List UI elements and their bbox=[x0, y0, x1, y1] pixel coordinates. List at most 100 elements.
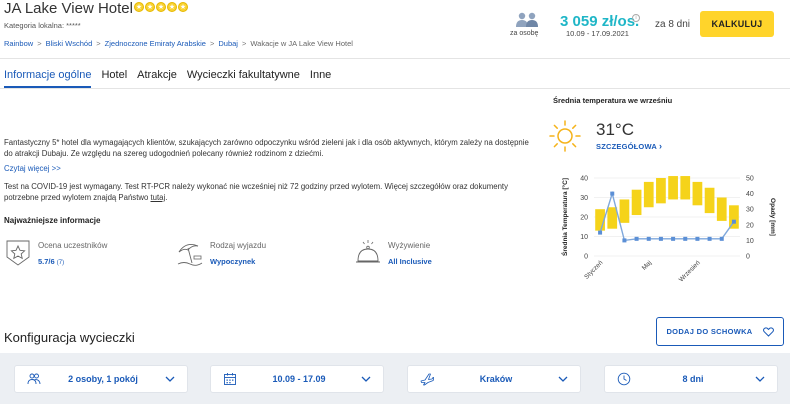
read-more-link[interactable]: Czytaj więcej >> bbox=[4, 164, 61, 173]
key-info-heading: Najważniejsze informacje bbox=[4, 216, 101, 225]
header-divider bbox=[0, 58, 790, 59]
chart-precipitation-point bbox=[610, 191, 615, 196]
chart-temperature-bar bbox=[643, 181, 654, 208]
temperature-heading: Średnia temperatura we wrześniu bbox=[553, 96, 673, 105]
chart-xtick-label: Wrzesień bbox=[678, 259, 702, 283]
persons-label: za osobę bbox=[510, 30, 539, 37]
chart-temperature-bar bbox=[716, 197, 727, 221]
weather-details-link[interactable]: SZCZEGÓŁOWA › bbox=[596, 141, 662, 151]
chart-temperature-bar bbox=[668, 176, 678, 200]
chart-ytick-right: 50 bbox=[746, 176, 754, 183]
chart-precipitation-point bbox=[634, 236, 639, 241]
chevron-down-icon bbox=[361, 376, 371, 382]
hotel-category: Kategoria lokalna: ***** bbox=[4, 21, 81, 30]
chart-ytick-left: 40 bbox=[580, 176, 588, 183]
chart-precipitation-point bbox=[646, 236, 651, 241]
persons-select[interactable]: 2 osoby, 1 pokój bbox=[14, 365, 188, 393]
star-icon: ★ bbox=[156, 2, 166, 12]
temperature-value: 31°C bbox=[596, 120, 634, 139]
tab-bar: Informacje ogólne Hotel Atrakcje Wyciecz… bbox=[4, 69, 331, 88]
covid-link[interactable]: tutaj bbox=[151, 193, 166, 202]
hotel-description: Fantastyczny 5* hotel dla wymagających k… bbox=[4, 138, 529, 158]
chart-precipitation-point bbox=[719, 236, 724, 241]
chart-ylabel-right: Opady [mm] bbox=[769, 198, 776, 236]
breadcrumb-link[interactable]: Dubaj bbox=[218, 39, 238, 48]
chevron-down-icon bbox=[558, 376, 568, 382]
info-trip-type-label: Rodzaj wyjazdu bbox=[210, 241, 267, 250]
duration-select[interactable]: 8 dni bbox=[604, 365, 778, 393]
heart-icon bbox=[762, 326, 774, 337]
hotel-stars: ★ ★ ★ ★ ★ bbox=[134, 2, 188, 12]
chart-ytick-right: 40 bbox=[746, 191, 754, 198]
chart-ytick-right: 30 bbox=[746, 207, 754, 214]
chart-ylabel-left: Średnia Temperatura [°C] bbox=[560, 178, 569, 256]
temperature-chart: 0 10 20 30 40 0 10 20 30 40 50 Średnia Temperatura … bbox=[560, 176, 776, 284]
dates-select[interactable]: 10.09 - 17.09 bbox=[210, 365, 384, 393]
tab-other[interactable]: Inne bbox=[310, 69, 331, 88]
chart-temperature-bar bbox=[680, 176, 691, 200]
info-board-label: Wyżywienie bbox=[388, 241, 431, 250]
chart-ytick-left: 10 bbox=[580, 234, 588, 241]
chart-temperature-bar bbox=[729, 205, 739, 229]
tabs-divider bbox=[0, 88, 790, 89]
chart-temperature-bar bbox=[631, 189, 642, 216]
rating-score: 5.7/6 bbox=[38, 257, 55, 266]
people-icon bbox=[27, 373, 41, 385]
add-to-wishlist-button[interactable]: DODAJ DO SCHOWKA bbox=[656, 317, 784, 346]
chart-ytick-right: 0 bbox=[746, 254, 750, 261]
tab-attractions[interactable]: Atrakcje bbox=[137, 69, 177, 88]
dates-select-value: 10.09 - 17.09 bbox=[272, 374, 326, 384]
breadcrumb-link[interactable]: Bliski Wschód bbox=[46, 39, 93, 48]
chart-ytick-left: 0 bbox=[584, 254, 588, 261]
chart-precipitation-point bbox=[658, 236, 663, 241]
weather-details-label: SZCZEGÓŁOWA bbox=[596, 142, 657, 151]
chart-precipitation-point bbox=[683, 236, 688, 241]
price-value: 3 059 zł/os. bbox=[560, 13, 640, 30]
chart-xtick-label: Maj bbox=[641, 259, 653, 271]
chart-precipitation-point bbox=[622, 238, 627, 243]
calendar-icon bbox=[224, 373, 236, 385]
tab-excursions[interactable]: Wycieczki fakultatywne bbox=[187, 69, 300, 88]
info-rating-label: Ocena uczestników bbox=[38, 241, 108, 250]
duration-select-value: 8 dni bbox=[682, 374, 704, 384]
food-cloche-icon bbox=[356, 240, 380, 263]
rating-count: (7) bbox=[56, 260, 65, 266]
star-icon: ★ bbox=[145, 2, 155, 12]
chevron-down-icon bbox=[755, 376, 765, 382]
clock-icon bbox=[617, 372, 631, 386]
covid-text: Test na COVID-19 jest wymagany. Test RT-… bbox=[4, 182, 508, 202]
persons-icon bbox=[516, 12, 538, 27]
chart-ytick-left: 30 bbox=[580, 195, 588, 202]
config-title: Konfiguracja wycieczki bbox=[4, 330, 135, 345]
breadcrumb: Rainbow > Bliski Wschód > Zjednoczone Em… bbox=[4, 39, 353, 48]
calculate-button[interactable]: KALKULUJ bbox=[700, 11, 774, 37]
tab-general-info[interactable]: Informacje ogólne bbox=[4, 69, 92, 88]
rating-star-icon bbox=[6, 240, 30, 266]
departure-select[interactable]: Kraków bbox=[407, 365, 581, 393]
covid-info: Test na COVID-19 jest wymagany. Test RT-… bbox=[4, 181, 539, 203]
tab-hotel[interactable]: Hotel bbox=[101, 69, 127, 88]
price-dates: 10.09 - 17.09.2021 bbox=[566, 29, 629, 38]
breadcrumb-link[interactable]: Zjednoczone Emiraty Arabskie bbox=[105, 39, 206, 48]
info-board: Wyżywienie All Inclusive bbox=[354, 239, 432, 267]
breadcrumb-separator: > bbox=[241, 39, 247, 48]
breadcrumb-separator: > bbox=[96, 39, 101, 48]
breadcrumb-current: Wakacje w JA Lake View Hotel bbox=[250, 39, 353, 48]
star-icon: ★ bbox=[178, 2, 188, 12]
info-rating: Ocena uczestników 5.7/6 (7) bbox=[4, 239, 107, 267]
info-board-value: All Inclusive bbox=[388, 257, 432, 266]
chevron-right-icon: › bbox=[658, 141, 663, 151]
chart-precipitation-point bbox=[707, 236, 712, 241]
airplane-icon bbox=[420, 373, 434, 386]
chart-precipitation-point bbox=[695, 236, 700, 241]
hotel-title: JA Lake View Hotel bbox=[4, 0, 133, 17]
departure-select-value: Kraków bbox=[479, 374, 513, 384]
info-rating-value: 5.7/6 (7) bbox=[38, 257, 107, 266]
info-trip-type-value: Wypoczynek bbox=[210, 257, 256, 266]
chart-ytick-right: 20 bbox=[746, 222, 754, 229]
breadcrumb-link[interactable]: Rainbow bbox=[4, 39, 33, 48]
info-icon[interactable]: i bbox=[632, 14, 640, 22]
chart-precipitation-point bbox=[598, 230, 603, 235]
persons-select-value: 2 osoby, 1 pokój bbox=[68, 374, 138, 384]
chart-xtick-label: Styczeń bbox=[583, 259, 605, 281]
